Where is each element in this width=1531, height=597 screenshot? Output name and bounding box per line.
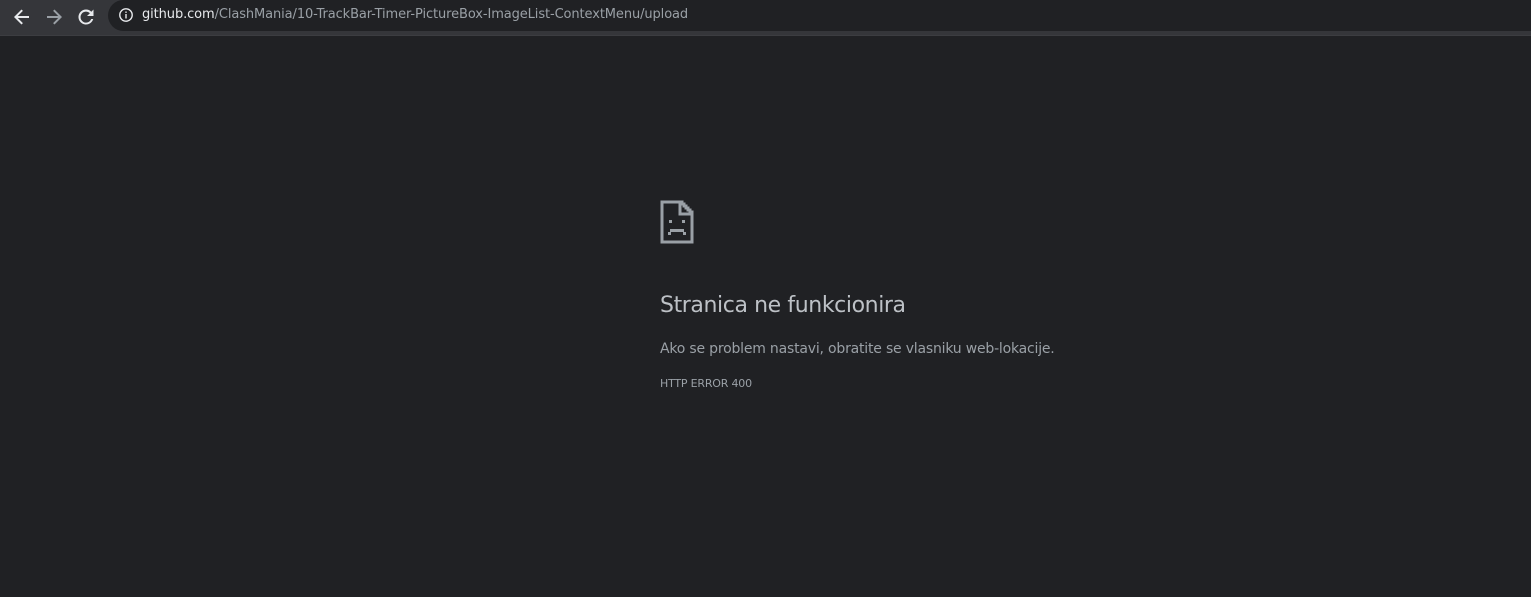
back-button[interactable] bbox=[8, 3, 36, 31]
url-path: /ClashMania/10-TrackBar-Timer-PictureBox… bbox=[214, 7, 689, 22]
browser-toolbar: github.com/ClashMania/10-TrackBar-Timer-… bbox=[0, 0, 1531, 36]
sad-page-icon bbox=[660, 200, 694, 244]
address-bar[interactable]: github.com/ClashMania/10-TrackBar-Timer-… bbox=[108, 0, 1531, 31]
arrow-left-icon bbox=[14, 9, 29, 25]
forward-button[interactable] bbox=[40, 3, 68, 31]
arrow-right-icon bbox=[47, 9, 62, 25]
error-code: HTTP ERROR 400 bbox=[660, 377, 752, 390]
error-description: Ako se problem nastavi, obratite se vlas… bbox=[660, 341, 1055, 357]
reload-button[interactable] bbox=[72, 3, 100, 31]
info-icon[interactable] bbox=[118, 7, 134, 23]
reload-icon bbox=[78, 9, 94, 25]
url-text[interactable]: github.com/ClashMania/10-TrackBar-Timer-… bbox=[142, 7, 688, 23]
error-title: Stranica ne funkcionira bbox=[660, 293, 906, 318]
url-host: github.com bbox=[142, 7, 215, 22]
